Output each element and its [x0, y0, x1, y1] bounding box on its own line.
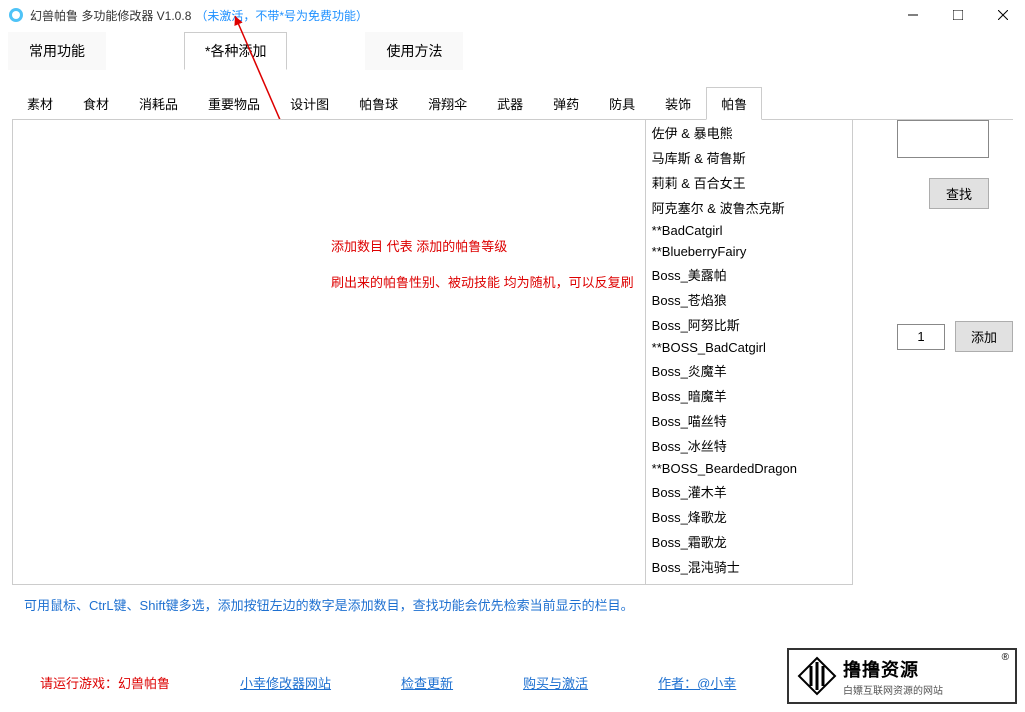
subtab-weapon[interactable]: 武器	[482, 87, 538, 119]
subtab-pal[interactable]: 帕鲁	[706, 87, 762, 120]
list-item[interactable]: Boss_灌木羊	[646, 479, 852, 504]
subtab-palball[interactable]: 帕鲁球	[344, 87, 413, 119]
hint-text: 可用鼠标、CtrL键、Shift键多选，添加按钮左边的数字是添加数目，查找功能会…	[24, 595, 1001, 614]
watermark-title: 撸撸资源	[843, 656, 943, 682]
content-area: 素材 食材 消耗品 重要物品 设计图 帕鲁球 滑翔伞 武器 弹药 防具 装饰 帕…	[0, 71, 1025, 634]
quantity-input[interactable]	[897, 324, 945, 350]
preview-panel: 添加数目 代表 添加的帕鲁等级 刷出来的帕鲁性别、被动技能 均为随机，可以反复刷	[12, 120, 646, 585]
tab-add[interactable]: *各种添加	[184, 32, 287, 70]
main-tabs: 常用功能 *各种添加 使用方法	[0, 32, 1025, 71]
list-item[interactable]: Boss_炎魔羊	[646, 358, 852, 383]
maximize-button[interactable]	[935, 0, 980, 30]
list-item[interactable]: 佐伊 & 暴电熊	[646, 120, 852, 145]
list-item[interactable]: 莉莉 & 百合女王	[646, 170, 852, 195]
watermark: 撸撸资源 白嫖互联网资源的网站 ®	[787, 648, 1017, 704]
list-item[interactable]: Boss_喵丝特	[646, 408, 852, 433]
add-button[interactable]: 添加	[955, 321, 1013, 352]
link-author[interactable]: 作者：@小幸	[658, 673, 736, 692]
watermark-icon	[797, 656, 837, 696]
subtab-food[interactable]: 食材	[68, 87, 124, 119]
subtab-decor[interactable]: 装饰	[650, 87, 706, 119]
list-item[interactable]: **BOSS_BlackFurDragon	[646, 579, 852, 585]
list-item[interactable]: Boss_苍焰狼	[646, 287, 852, 312]
list-item[interactable]: Boss_冰丝特	[646, 433, 852, 458]
subtab-keyitem[interactable]: 重要物品	[193, 87, 275, 119]
run-game-msg: 请运行游戏：幻兽帕鲁	[40, 673, 170, 692]
list-item[interactable]: Boss_美露帕	[646, 262, 852, 287]
link-update[interactable]: 检查更新	[401, 673, 453, 692]
list-item[interactable]: **BlueberryFairy	[646, 241, 852, 262]
list-item[interactable]: **BOSS_BadCatgirl	[646, 337, 852, 358]
right-column: 查找 添加	[897, 120, 1013, 585]
search-button[interactable]: 查找	[929, 178, 989, 209]
note-level: 添加数目 代表 添加的帕鲁等级	[331, 236, 507, 255]
tab-common[interactable]: 常用功能	[8, 32, 106, 70]
window-controls	[890, 0, 1025, 30]
list-item[interactable]: 阿克塞尔 & 波鲁杰克斯	[646, 195, 852, 220]
list-item[interactable]: Boss_混沌骑士	[646, 554, 852, 579]
window-title: 幻兽帕鲁 多功能修改器 V1.0.8	[30, 7, 191, 24]
pal-list[interactable]: 佐伊 & 暴电熊马库斯 & 荷鲁斯莉莉 & 百合女王阿克塞尔 & 波鲁杰克斯**…	[646, 120, 853, 585]
list-item[interactable]: Boss_阿努比斯	[646, 312, 852, 337]
search-input[interactable]	[897, 120, 989, 158]
list-item[interactable]: Boss_烽歌龙	[646, 504, 852, 529]
list-item[interactable]: **BadCatgirl	[646, 220, 852, 241]
list-item[interactable]: Boss_暗魔羊	[646, 383, 852, 408]
link-website[interactable]: 小幸修改器网站	[240, 673, 331, 692]
note-random: 刷出来的帕鲁性别、被动技能 均为随机，可以反复刷	[331, 272, 634, 291]
subtab-ammo[interactable]: 弹药	[538, 87, 594, 119]
subtab-consumable[interactable]: 消耗品	[124, 87, 193, 119]
tab-usage[interactable]: 使用方法	[365, 32, 463, 70]
list-item[interactable]: 马库斯 & 荷鲁斯	[646, 145, 852, 170]
subtab-material[interactable]: 素材	[12, 87, 68, 119]
subtab-armor[interactable]: 防具	[594, 87, 650, 119]
subtab-blueprint[interactable]: 设计图	[275, 87, 344, 119]
subtab-blank2[interactable]	[817, 87, 872, 119]
app-icon	[8, 7, 24, 23]
watermark-sub: 白嫖互联网资源的网站	[843, 682, 943, 697]
minimize-button[interactable]	[890, 0, 935, 30]
list-item[interactable]: Boss_霜歌龙	[646, 529, 852, 554]
titlebar: 幻兽帕鲁 多功能修改器 V1.0.8 （未激活，不带*号为免费功能）	[0, 0, 1025, 30]
list-item[interactable]: **BOSS_BeardedDragon	[646, 458, 852, 479]
close-button[interactable]	[980, 0, 1025, 30]
sub-tabs: 素材 食材 消耗品 重要物品 设计图 帕鲁球 滑翔伞 武器 弹药 防具 装饰 帕…	[12, 87, 1013, 120]
window-note: （未激活，不带*号为免费功能）	[195, 7, 368, 24]
work-area: 添加数目 代表 添加的帕鲁等级 刷出来的帕鲁性别、被动技能 均为随机，可以反复刷…	[12, 120, 1013, 585]
subtab-glider[interactable]: 滑翔伞	[413, 87, 482, 119]
watermark-r: ®	[1002, 652, 1009, 663]
link-purchase[interactable]: 购买与激活	[523, 673, 588, 692]
subtab-blank1[interactable]	[762, 87, 817, 119]
